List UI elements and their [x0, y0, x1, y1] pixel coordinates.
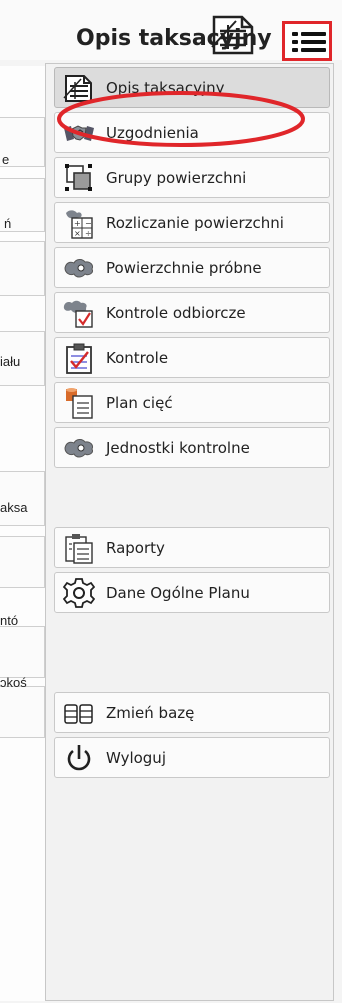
app-header: Opis taksacyjny: [0, 0, 342, 61]
reports-icon: [65, 534, 93, 564]
menu-item-label: Rozliczanie powierzchni: [106, 214, 284, 232]
menu-item-label: Grupy powierzchni: [106, 169, 247, 187]
svg-text:×: ×: [74, 229, 81, 238]
cut-plan-icon: [66, 388, 93, 419]
background-panel: [0, 66, 46, 1001]
hamburger-menu-icon: [292, 32, 298, 36]
hamburger-bar: [301, 32, 326, 36]
menu-item-opis-taksacyjny[interactable]: Opis taksacyjny: [54, 67, 330, 108]
background-text: ń: [4, 216, 12, 231]
menu-item-label: Jednostki kontrolne: [106, 439, 250, 457]
background-text: iału: [0, 354, 21, 369]
menu-item-label: Plan cięć: [106, 394, 173, 412]
group-squares-icon: [65, 164, 92, 191]
menu-item-label: Uzgodnienia: [106, 124, 199, 142]
menu-item-label: Raporty: [106, 539, 165, 557]
menu-item-label: Opis taksacyjny: [106, 79, 225, 97]
menu-item-dane-ogolne-planu[interactable]: Dane Ogólne Planu: [54, 572, 330, 613]
calculator-icon: + − × ÷: [66, 210, 93, 239]
svg-text:÷: ÷: [85, 229, 92, 238]
menu-item-raporty[interactable]: Raporty: [54, 527, 330, 568]
power-icon: [67, 745, 91, 771]
menu-item-uzgodnienia[interactable]: Uzgodnienia: [54, 112, 330, 153]
menu-toggle-button[interactable]: [282, 21, 332, 61]
dropdown-menu: Opis taksacyjny Uzgodnienia Grupy powier…: [45, 63, 334, 1001]
handshake-icon: [64, 125, 94, 141]
menu-item-powierzchnie-probne[interactable]: Powierzchnie próbne: [54, 247, 330, 288]
background-item[interactable]: [0, 241, 45, 296]
database-icon: [64, 704, 93, 724]
menu-item-zmien-baze[interactable]: Zmień bazę: [54, 692, 330, 733]
menu-item-label: Wyloguj: [106, 749, 166, 767]
hamburger-dot: [292, 40, 298, 44]
hamburger-bar: [301, 48, 326, 52]
menu-item-label: Dane Ogólne Planu: [106, 584, 250, 602]
svg-text:+: +: [74, 219, 81, 228]
menu-item-plan-ciec[interactable]: Plan cięć: [54, 382, 330, 423]
hamburger-dot: [292, 48, 298, 52]
background-item[interactable]: [0, 471, 45, 526]
menu-item-kontrole-odbiorcze[interactable]: Kontrole odbiorcze: [54, 292, 330, 333]
background-item[interactable]: [0, 536, 45, 588]
background-text: e: [2, 152, 10, 167]
menu-item-grupy-powierzchni[interactable]: Grupy powierzchni: [54, 157, 330, 198]
menu-item-kontrole[interactable]: Kontrole: [54, 337, 330, 378]
hamburger-bar: [301, 40, 326, 44]
background-text: ɔkoś: [0, 675, 27, 690]
menu-item-label: Zmień bazę: [106, 704, 195, 722]
clipboard-check-icon: [66, 343, 92, 374]
menu-item-jednostki-kontrolne[interactable]: Jednostki kontrolne: [54, 427, 330, 468]
background-item[interactable]: [0, 626, 45, 678]
control-units-icon: [64, 439, 93, 458]
acceptance-check-icon: [63, 300, 93, 328]
menu-item-label: Powierzchnie próbne: [106, 259, 262, 277]
menu-item-rozliczanie-powierzchni[interactable]: + − × ÷ Rozliczanie powierzchni: [54, 202, 330, 243]
page-title: Opis taksacyjny: [76, 26, 272, 51]
background-text: aksa: [0, 500, 28, 515]
background-text: ntó: [0, 613, 19, 628]
menu-item-wyloguj[interactable]: Wyloguj: [54, 737, 330, 778]
background-item[interactable]: [0, 686, 45, 738]
sample-area-icon: [64, 259, 93, 278]
svg-text:−: −: [85, 219, 92, 228]
menu-item-label: Kontrole odbiorcze: [106, 304, 246, 322]
gear-icon: [63, 578, 95, 608]
menu-item-label: Kontrole: [106, 349, 169, 367]
document-list-icon: [63, 75, 92, 102]
